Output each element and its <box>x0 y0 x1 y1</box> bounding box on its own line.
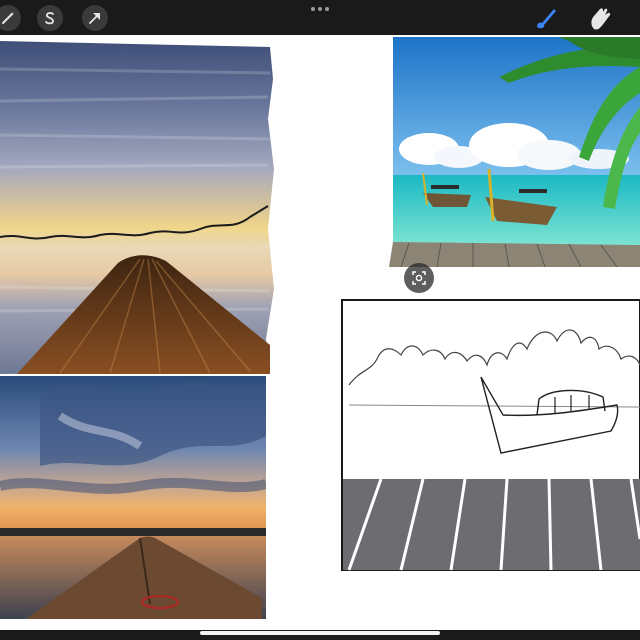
painted-sunset-mountain[interactable] <box>0 39 276 374</box>
smudge-icon[interactable] <box>584 3 614 33</box>
drawing-canvas[interactable] <box>0 35 640 630</box>
visual-search-icon[interactable] <box>404 263 434 293</box>
boat-dock-pencil-sketch[interactable] <box>341 299 640 571</box>
tropical-beach-longtail-boats-photo[interactable] <box>389 37 640 267</box>
more-dots-icon[interactable] <box>311 5 331 13</box>
magic-wand-icon[interactable] <box>0 5 21 31</box>
home-indicator[interactable] <box>200 631 440 635</box>
transform-arrow-icon[interactable] <box>82 5 108 31</box>
top-toolbar <box>0 0 640 35</box>
brush-icon[interactable] <box>530 3 560 33</box>
selection-icon[interactable] <box>37 5 63 31</box>
sunset-boat-bow-photo[interactable] <box>0 376 266 619</box>
